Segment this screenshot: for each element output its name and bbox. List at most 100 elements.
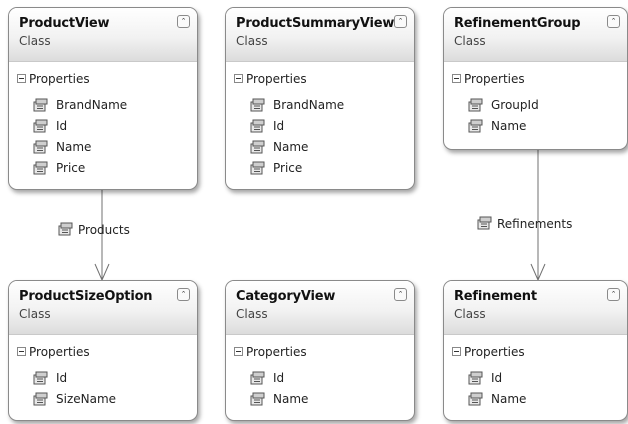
minus-toggle-icon[interactable] xyxy=(234,347,243,356)
property-icon xyxy=(33,140,48,154)
section-label: Properties xyxy=(464,72,525,86)
properties-section-header[interactable]: Properties xyxy=(226,62,414,92)
class-box-productsizeoption[interactable]: ProductSizeOption Class ⌃ Properties Id … xyxy=(8,280,198,421)
property-name: GroupId xyxy=(491,98,539,112)
property-item[interactable]: SizeName xyxy=(9,389,197,410)
association-name: Products xyxy=(78,223,130,237)
property-icon xyxy=(33,392,48,406)
collapse-chevron-icon[interactable]: ⌃ xyxy=(394,15,407,28)
class-box-productsummaryview[interactable]: ProductSummaryView Class ⌃ Properties Br… xyxy=(225,7,415,190)
class-box-refinementgroup[interactable]: RefinementGroup Class ⌃ Properties Group… xyxy=(443,7,628,150)
properties-section-header[interactable]: Properties xyxy=(9,62,197,92)
class-header[interactable]: ProductSizeOption Class ⌃ xyxy=(9,281,197,335)
property-item[interactable]: Id xyxy=(444,368,627,389)
class-kind: Class xyxy=(454,307,486,321)
class-kind: Class xyxy=(19,34,51,48)
section-label: Properties xyxy=(464,345,525,359)
property-icon xyxy=(33,119,48,133)
property-item[interactable]: Price xyxy=(226,158,414,179)
property-icon xyxy=(250,98,265,112)
property-icon xyxy=(33,371,48,385)
property-item[interactable]: Id xyxy=(226,116,414,137)
property-item[interactable]: Id xyxy=(226,368,414,389)
minus-toggle-icon[interactable] xyxy=(452,74,461,83)
class-box-refinement[interactable]: Refinement Class ⌃ Properties Id Name xyxy=(443,280,628,421)
class-name: ProductView xyxy=(19,16,110,31)
property-item[interactable]: BrandName xyxy=(226,95,414,116)
properties-section-header[interactable]: Properties xyxy=(444,335,627,365)
class-box-productview[interactable]: ProductView Class ⌃ Properties BrandName… xyxy=(8,7,198,190)
class-name: ProductSizeOption xyxy=(19,289,153,304)
properties-section-header[interactable]: Properties xyxy=(9,335,197,365)
property-icon xyxy=(33,161,48,175)
property-item[interactable]: Name xyxy=(9,137,197,158)
class-header[interactable]: CategoryView Class ⌃ xyxy=(226,281,414,335)
property-name: Price xyxy=(273,161,303,175)
property-item[interactable]: Name xyxy=(226,137,414,158)
property-item[interactable]: Name xyxy=(226,389,414,410)
section-label: Properties xyxy=(246,345,307,359)
property-icon xyxy=(468,392,483,406)
collapse-chevron-icon[interactable]: ⌃ xyxy=(177,288,190,301)
class-box-categoryview[interactable]: CategoryView Class ⌃ Properties Id Name xyxy=(225,280,415,421)
minus-toggle-icon[interactable] xyxy=(452,347,461,356)
property-list: GroupId Name xyxy=(444,92,627,137)
collapse-chevron-icon[interactable]: ⌃ xyxy=(177,15,190,28)
property-item[interactable]: Id xyxy=(9,116,197,137)
minus-toggle-icon[interactable] xyxy=(17,347,26,356)
class-header[interactable]: RefinementGroup Class ⌃ xyxy=(444,8,627,62)
collapse-chevron-icon[interactable]: ⌃ xyxy=(607,288,620,301)
property-name: Id xyxy=(491,371,503,385)
class-header[interactable]: ProductView Class ⌃ xyxy=(9,8,197,62)
class-kind: Class xyxy=(454,34,486,48)
property-item[interactable]: BrandName xyxy=(9,95,197,116)
class-name: CategoryView xyxy=(236,289,336,304)
properties-section-header[interactable]: Properties xyxy=(226,335,414,365)
minus-toggle-icon[interactable] xyxy=(17,74,26,83)
property-icon xyxy=(58,222,73,236)
property-item[interactable]: Name xyxy=(444,116,627,137)
class-name: ProductSummaryView xyxy=(236,16,395,31)
section-label: Properties xyxy=(29,345,90,359)
section-label: Properties xyxy=(29,72,90,86)
property-name: Id xyxy=(273,119,285,133)
property-icon xyxy=(468,119,483,133)
properties-section-header[interactable]: Properties xyxy=(444,62,627,92)
property-icon xyxy=(477,216,492,230)
property-item[interactable]: Id xyxy=(9,368,197,389)
property-icon xyxy=(250,119,265,133)
property-icon xyxy=(250,392,265,406)
property-item[interactable]: Price xyxy=(9,158,197,179)
property-name: Name xyxy=(491,392,527,406)
collapse-chevron-icon[interactable]: ⌃ xyxy=(394,288,407,301)
property-item[interactable]: GroupId xyxy=(444,95,627,116)
property-icon xyxy=(250,161,265,175)
property-list: Id Name xyxy=(226,365,414,410)
association-name: Refinements xyxy=(497,217,573,231)
property-name: Name xyxy=(491,119,527,133)
property-icon xyxy=(250,371,265,385)
property-icon xyxy=(33,98,48,112)
minus-toggle-icon[interactable] xyxy=(234,74,243,83)
class-header[interactable]: Refinement Class ⌃ xyxy=(444,281,627,335)
property-item[interactable]: Name xyxy=(444,389,627,410)
property-name: Name xyxy=(273,140,309,154)
property-list: BrandName Id Name Price xyxy=(9,92,197,179)
property-list: Id Name xyxy=(444,365,627,410)
association-label-refinements[interactable]: Refinements xyxy=(477,214,572,231)
property-icon xyxy=(250,140,265,154)
collapse-chevron-icon[interactable]: ⌃ xyxy=(607,15,620,28)
property-name: Id xyxy=(273,371,285,385)
class-kind: Class xyxy=(19,307,51,321)
property-name: Id xyxy=(56,119,68,133)
property-list: Id SizeName xyxy=(9,365,197,410)
class-kind: Class xyxy=(236,34,268,48)
class-kind: Class xyxy=(236,307,268,321)
property-name: BrandName xyxy=(56,98,128,112)
property-name: SizeName xyxy=(56,392,117,406)
class-header[interactable]: ProductSummaryView Class ⌃ xyxy=(226,8,414,62)
section-label: Properties xyxy=(246,72,307,86)
property-name: Name xyxy=(56,140,92,154)
association-label-products[interactable]: Products xyxy=(58,220,130,237)
class-name: Refinement xyxy=(454,289,537,304)
